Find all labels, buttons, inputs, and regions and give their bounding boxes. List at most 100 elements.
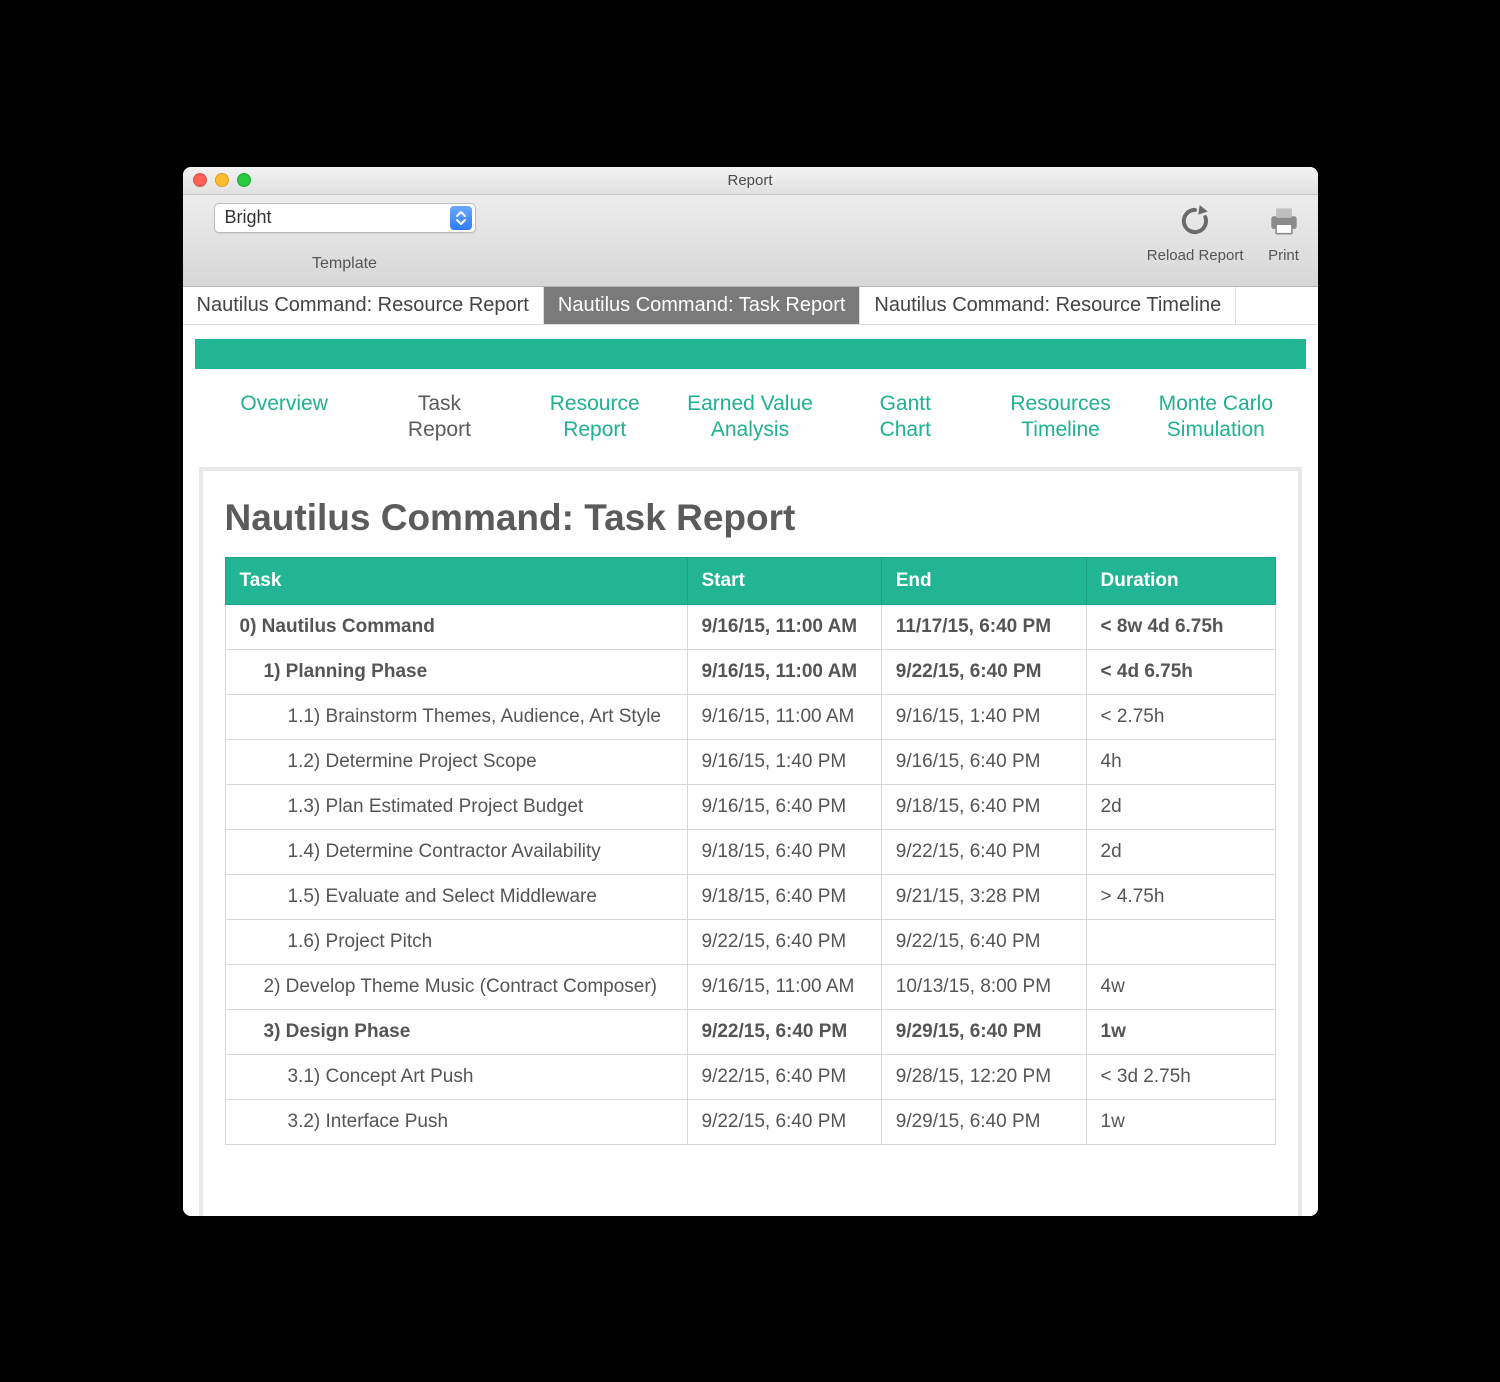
- table-row[interactable]: 1.2) Determine Project Scope9/16/15, 1:4…: [225, 740, 1275, 785]
- print-button[interactable]: Print: [1262, 199, 1306, 264]
- print-icon: [1262, 199, 1306, 243]
- template-label: Template: [312, 255, 377, 273]
- task-table: Task Start End Duration 0) Nautilus Comm…: [225, 557, 1276, 1145]
- reload-report-button[interactable]: Reload Report: [1147, 199, 1244, 264]
- window-title: Report: [183, 172, 1318, 189]
- table-row[interactable]: 1.6) Project Pitch9/22/15, 6:40 PM9/22/1…: [225, 920, 1275, 965]
- col-start[interactable]: Start: [687, 558, 881, 605]
- subnav-item-3[interactable]: Earned ValueAnalysis: [672, 391, 827, 444]
- cell-duration: 4w: [1086, 965, 1275, 1010]
- cell-start: 9/22/15, 6:40 PM: [687, 920, 881, 965]
- cell-end: 9/22/15, 6:40 PM: [881, 830, 1086, 875]
- table-row[interactable]: 1.5) Evaluate and Select Middleware9/18/…: [225, 875, 1275, 920]
- template-group: Bright Template: [195, 203, 495, 273]
- cell-end: 9/18/15, 6:40 PM: [881, 785, 1086, 830]
- cell-duration: < 3d 2.75h: [1086, 1055, 1275, 1100]
- cell-duration: 1w: [1086, 1100, 1275, 1145]
- report-subnav: OverviewTaskReportResourceReportEarned V…: [195, 369, 1306, 464]
- cell-start: 9/16/15, 1:40 PM: [687, 740, 881, 785]
- table-row[interactable]: 3.2) Interface Push9/22/15, 6:40 PM9/29/…: [225, 1100, 1275, 1145]
- chevron-up-down-icon: [450, 206, 472, 230]
- report-tabs: Nautilus Command: Resource ReportNautilu…: [183, 287, 1318, 325]
- cell-task: 1.4) Determine Contractor Availability: [225, 830, 687, 875]
- subnav-item-6[interactable]: Monte CarloSimulation: [1138, 391, 1293, 444]
- window-controls: [193, 173, 251, 187]
- subnav-item-4[interactable]: GanttChart: [828, 391, 983, 444]
- col-end[interactable]: End: [881, 558, 1086, 605]
- close-window-button[interactable]: [193, 173, 207, 187]
- subnav-item-1[interactable]: TaskReport: [362, 391, 517, 444]
- report-body: Nautilus Command: Task Report Task Start…: [199, 467, 1302, 1216]
- subnav-item-5[interactable]: ResourcesTimeline: [983, 391, 1138, 444]
- toolbar-right: Reload Report Print: [1147, 199, 1306, 264]
- cell-task: 1.5) Evaluate and Select Middleware: [225, 875, 687, 920]
- cell-duration: < 2.75h: [1086, 695, 1275, 740]
- table-row[interactable]: 3) Design Phase9/22/15, 6:40 PM9/29/15, …: [225, 1010, 1275, 1055]
- subnav-item-2[interactable]: ResourceReport: [517, 391, 672, 444]
- table-header-row: Task Start End Duration: [225, 558, 1275, 605]
- template-select-value: Bright: [225, 207, 450, 228]
- cell-start: 9/16/15, 11:00 AM: [687, 650, 881, 695]
- cell-end: 9/29/15, 6:40 PM: [881, 1010, 1086, 1055]
- cell-start: 9/18/15, 6:40 PM: [687, 875, 881, 920]
- table-row[interactable]: 1.1) Brainstorm Themes, Audience, Art St…: [225, 695, 1275, 740]
- report-inner: Nautilus Command: Task Report Task Start…: [203, 471, 1298, 1216]
- cell-task: 1.2) Determine Project Scope: [225, 740, 687, 785]
- cell-end: 9/29/15, 6:40 PM: [881, 1100, 1086, 1145]
- cell-end: 9/21/15, 3:28 PM: [881, 875, 1086, 920]
- cell-duration: 2d: [1086, 830, 1275, 875]
- col-task[interactable]: Task: [225, 558, 687, 605]
- fullscreen-window-button[interactable]: [237, 173, 251, 187]
- cell-end: 9/16/15, 6:40 PM: [881, 740, 1086, 785]
- cell-duration: 2d: [1086, 785, 1275, 830]
- cell-duration: 4h: [1086, 740, 1275, 785]
- cell-task: 0) Nautilus Command: [225, 605, 687, 650]
- cell-end: 9/28/15, 12:20 PM: [881, 1055, 1086, 1100]
- table-row[interactable]: 1) Planning Phase9/16/15, 11:00 AM9/22/1…: [225, 650, 1275, 695]
- toolbar: Bright Template Reload Report: [183, 195, 1318, 287]
- table-row[interactable]: 1.4) Determine Contractor Availability9/…: [225, 830, 1275, 875]
- cell-start: 9/22/15, 6:40 PM: [687, 1055, 881, 1100]
- template-select[interactable]: Bright: [214, 203, 476, 233]
- minimize-window-button[interactable]: [215, 173, 229, 187]
- subnav-item-0[interactable]: Overview: [207, 391, 362, 444]
- cell-start: 9/18/15, 6:40 PM: [687, 830, 881, 875]
- table-row[interactable]: 1.3) Plan Estimated Project Budget9/16/1…: [225, 785, 1275, 830]
- report-tab-0[interactable]: Nautilus Command: Resource Report: [183, 287, 544, 324]
- col-duration[interactable]: Duration: [1086, 558, 1275, 605]
- cell-start: 9/22/15, 6:40 PM: [687, 1010, 881, 1055]
- cell-end: 10/13/15, 8:00 PM: [881, 965, 1086, 1010]
- cell-duration: < 4d 6.75h: [1086, 650, 1275, 695]
- cell-task: 1.6) Project Pitch: [225, 920, 687, 965]
- reload-icon: [1173, 199, 1217, 243]
- cell-duration: < 8w 4d 6.75h: [1086, 605, 1275, 650]
- cell-task: 3) Design Phase: [225, 1010, 687, 1055]
- cell-duration: > 4.75h: [1086, 875, 1275, 920]
- print-label: Print: [1268, 247, 1299, 264]
- cell-end: 9/22/15, 6:40 PM: [881, 920, 1086, 965]
- app-window: Report Bright Template: [183, 167, 1318, 1216]
- cell-end: 9/16/15, 1:40 PM: [881, 695, 1086, 740]
- cell-end: 9/22/15, 6:40 PM: [881, 650, 1086, 695]
- cell-task: 3.1) Concept Art Push: [225, 1055, 687, 1100]
- cell-duration: 1w: [1086, 1010, 1275, 1055]
- cell-start: 9/16/15, 11:00 AM: [687, 605, 881, 650]
- report-title: Nautilus Command: Task Report: [225, 497, 1276, 539]
- report-tab-2[interactable]: Nautilus Command: Resource Timeline: [860, 287, 1236, 324]
- table-row[interactable]: 0) Nautilus Command9/16/15, 11:00 AM11/1…: [225, 605, 1275, 650]
- content: OverviewTaskReportResourceReportEarned V…: [183, 325, 1318, 1216]
- cell-task: 1.1) Brainstorm Themes, Audience, Art St…: [225, 695, 687, 740]
- cell-task: 3.2) Interface Push: [225, 1100, 687, 1145]
- cell-start: 9/16/15, 11:00 AM: [687, 965, 881, 1010]
- reload-label: Reload Report: [1147, 247, 1244, 264]
- table-row[interactable]: 2) Develop Theme Music (Contract Compose…: [225, 965, 1275, 1010]
- cell-end: 11/17/15, 6:40 PM: [881, 605, 1086, 650]
- cell-task: 1.3) Plan Estimated Project Budget: [225, 785, 687, 830]
- report-tab-1[interactable]: Nautilus Command: Task Report: [544, 287, 861, 324]
- accent-bar: [195, 339, 1306, 369]
- cell-duration: [1086, 920, 1275, 965]
- cell-task: 2) Develop Theme Music (Contract Compose…: [225, 965, 687, 1010]
- cell-start: 9/16/15, 6:40 PM: [687, 785, 881, 830]
- table-row[interactable]: 3.1) Concept Art Push9/22/15, 6:40 PM9/2…: [225, 1055, 1275, 1100]
- cell-task: 1) Planning Phase: [225, 650, 687, 695]
